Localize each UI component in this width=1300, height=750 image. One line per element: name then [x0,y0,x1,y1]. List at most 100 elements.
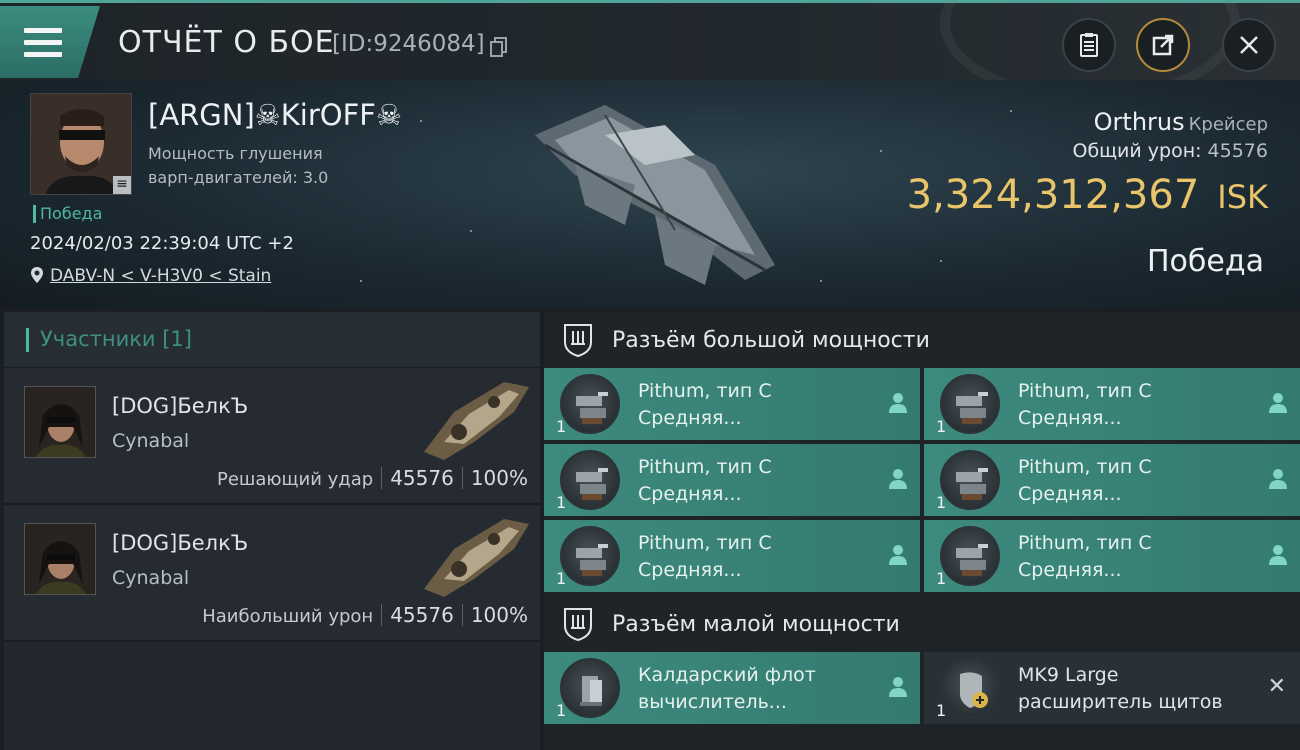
turret-icon [560,374,620,434]
turret-icon [560,450,620,510]
share-button[interactable] [1136,18,1190,72]
clipboard-button[interactable] [1062,18,1116,72]
participant-row[interactable]: [DOG]БелкЪ Cynabal Наибольший урон 45576 1… [4,505,540,642]
module-name: Pithum, тип C Средняя... [638,532,772,581]
avatar-badge-icon: ≡ [113,176,131,194]
module-qty: 1 [936,701,947,720]
module-name: Pithum, тип C Средняя... [1018,532,1152,581]
module-item[interactable]: 1 MK9 Large расширитель щитов ✕ [924,652,1300,724]
module-name: MK9 Large расширитель щитов [1018,664,1223,713]
battle-result: Победа [1147,244,1264,279]
module-qty: 1 [556,417,567,436]
module-qty: 1 [936,493,947,512]
clipboard-icon [1080,33,1098,57]
damage-label: Общий урон: [1072,140,1202,162]
participant-ship: Cynabal [112,567,190,589]
isk-value: 3,324,312,367 ISK [907,172,1268,218]
close-button[interactable] [1222,18,1276,72]
module-item[interactable]: 1 Калдарский флот вычислитель... [544,652,920,724]
status-badge: Победа [33,205,102,223]
location-text[interactable]: DABV-N < V-H3V0 < Stain [50,266,271,286]
participant-avatar[interactable] [24,386,96,458]
turret-icon [560,526,620,586]
module-item[interactable]: 1 Pithum, тип C Средняя... [924,368,1300,440]
ship-class: Крейсер [1188,114,1268,135]
module-name: Калдарский флот вычислитель... [638,664,816,713]
participant-damage: 45576 [390,603,454,627]
module-qty: 1 [936,417,947,436]
module-name: Pithum, тип C Средняя... [1018,456,1152,505]
participant-role: Решающий удар [216,469,374,490]
module-item[interactable]: 1 Pithum, тип C Средняя... [924,444,1300,516]
participants-panel: Участники [1] [DOG]БелкЪ Cynabal Решающи… [4,312,540,750]
victim-banner: ≡ [ARGN]☠KirOFF☠ Мощность глушения варп-… [0,80,1300,308]
module-qty: 1 [556,701,567,720]
participant-row[interactable]: [DOG]БелкЪ Cynabal Решающий удар 45576 100… [4,368,540,505]
fitting-panel: Разъём большой мощности 1 Pithum, тип CС… [544,312,1300,750]
isk-amount: 3,324,312,367 [906,172,1200,218]
location-pin-icon [31,267,43,283]
turret-icon [940,526,1000,586]
module-qty: 1 [936,569,947,588]
person-icon[interactable] [888,392,908,414]
participant-stats: Наибольший урон 45576 100% [202,603,528,627]
isk-unit: ISK [1217,178,1268,216]
copy-icon[interactable] [490,37,508,57]
close-icon [1240,36,1258,54]
share-icon [1152,34,1174,56]
module-qty: 1 [556,493,567,512]
location-link[interactable]: DABV-N < V-H3V0 < Stain [30,266,271,286]
destroyed-x-icon: ✕ [1267,674,1286,699]
participant-avatar[interactable] [24,523,96,595]
victim-ship[interactable]: Orthrus Крейсер [1094,108,1268,136]
high-slots-grid: 1 Pithum, тип C Средняя... 1 Pithum, тип … [544,368,1300,592]
low-slots-header: Разъём малой мощности [544,596,1300,652]
warp-value: варп-двигателей: 3.0 [148,168,329,187]
top-bar: ОТЧЁТ О БОЕ [ID:9246084] [0,0,1300,103]
module-item[interactable]: 1 Pithum, тип C Средняя... [924,520,1300,592]
person-icon[interactable] [1268,468,1288,490]
person-icon[interactable] [888,676,908,698]
module-qty: 1 [556,569,567,588]
low-slots-grid: 1 Калдарский флот вычислитель... 1 MK9 La… [544,652,1300,724]
participant-name[interactable]: [DOG]БелкЪ [112,394,248,418]
shield-extender-icon [940,658,1000,718]
participants-title: Участники [1] [40,327,192,351]
module-name: Pithum, тип C Средняя... [638,456,772,505]
warp-strength: Мощность глушения варп-двигателей: 3.0 [148,142,328,190]
participant-role: Наибольший урон [202,606,374,627]
victim-ship-image [535,105,775,285]
computer-module-icon [560,658,620,718]
participant-ship-image [424,382,529,460]
menu-button[interactable] [0,6,100,78]
page-title: ОТЧЁТ О БОЕ [118,25,335,60]
victim-name[interactable]: [ARGN]☠KirOFF☠ [148,98,402,132]
participant-percent: 100% [470,603,528,627]
kill-datetime: 2024/02/03 22:39:04 UTC +2 [30,233,294,254]
person-icon[interactable] [1268,392,1288,414]
module-name: Pithum, тип C Средняя... [1018,380,1152,429]
menu-icon [24,28,62,58]
victim-avatar[interactable]: ≡ [30,93,132,195]
participant-percent: 100% [470,466,528,490]
module-item[interactable]: 1 Pithum, тип C Средняя... [544,444,920,516]
header-accent-bar [26,328,29,352]
person-icon[interactable] [888,544,908,566]
ship-name: Orthrus [1093,108,1185,136]
participant-stats: Решающий удар 45576 100% [217,466,528,490]
shield-slot-icon [564,324,592,358]
person-icon[interactable] [888,468,908,490]
module-item[interactable]: 1 Pithum, тип C Средняя... [544,520,920,592]
module-name: Pithum, тип C Средняя... [638,380,772,429]
participants-header[interactable]: Участники [1] [4,312,540,368]
turret-icon [940,450,1000,510]
person-icon[interactable] [1268,544,1288,566]
participant-ship: Cynabal [112,430,190,452]
turret-icon [940,374,1000,434]
low-slots-title: Разъём малой мощности [612,612,900,637]
high-slots-title: Разъём большой мощности [612,328,930,353]
participant-name[interactable]: [DOG]БелкЪ [112,531,248,555]
warp-label: Мощность глушения [148,144,323,163]
module-item[interactable]: 1 Pithum, тип C Средняя... [544,368,920,440]
total-damage: Общий урон: 45576 [1072,140,1268,162]
